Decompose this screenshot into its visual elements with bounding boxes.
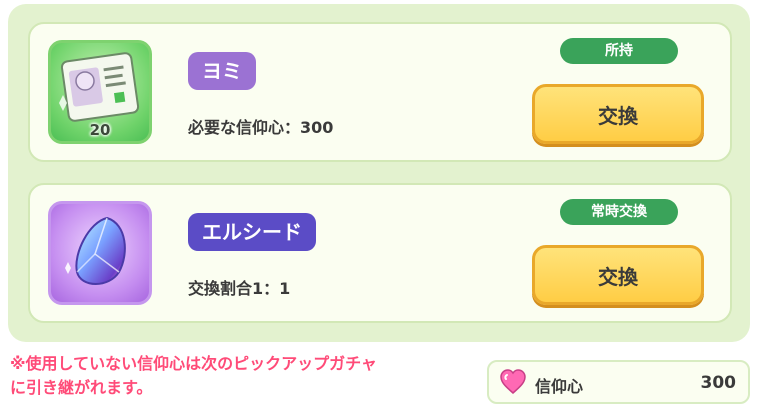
currency-label: 信仰心: [535, 377, 584, 396]
item-name-badge: ヨミ: [188, 52, 256, 90]
item-count: 20: [89, 121, 111, 139]
status-badge: 所持: [560, 38, 678, 64]
item-name-badge: エルシード: [188, 213, 316, 251]
note-line-1: ※使用していない信仰心は次のピックアップガチャ: [10, 354, 377, 373]
heart-icon: [500, 369, 526, 394]
currency-amount: 300: [700, 373, 737, 393]
carryover-note: ※使用していない信仰心は次のピックアップガチャ に引き継がれます。: [10, 352, 480, 400]
exchange-rate-text: 交換割合1：1: [188, 279, 291, 298]
gem-art: [65, 216, 126, 285]
character-ticket-icon: 20: [48, 40, 152, 144]
status-badge: 常時交換: [560, 199, 678, 225]
exchange-button[interactable]: 交換: [532, 245, 704, 305]
note-line-2: に引き継がれます。: [10, 378, 153, 397]
exchange-item-card: エルシード 交換割合1：1 常時交換 交換: [28, 183, 732, 323]
currency-balance: 信仰心 300: [487, 360, 750, 404]
exchange-button[interactable]: 交換: [532, 84, 704, 144]
exchange-item-card: 20 ヨミ 必要な信仰心：300 所持 交換: [28, 22, 732, 162]
crystal-gem-icon: [48, 201, 152, 305]
requirement-text: 必要な信仰心：300: [188, 118, 334, 137]
